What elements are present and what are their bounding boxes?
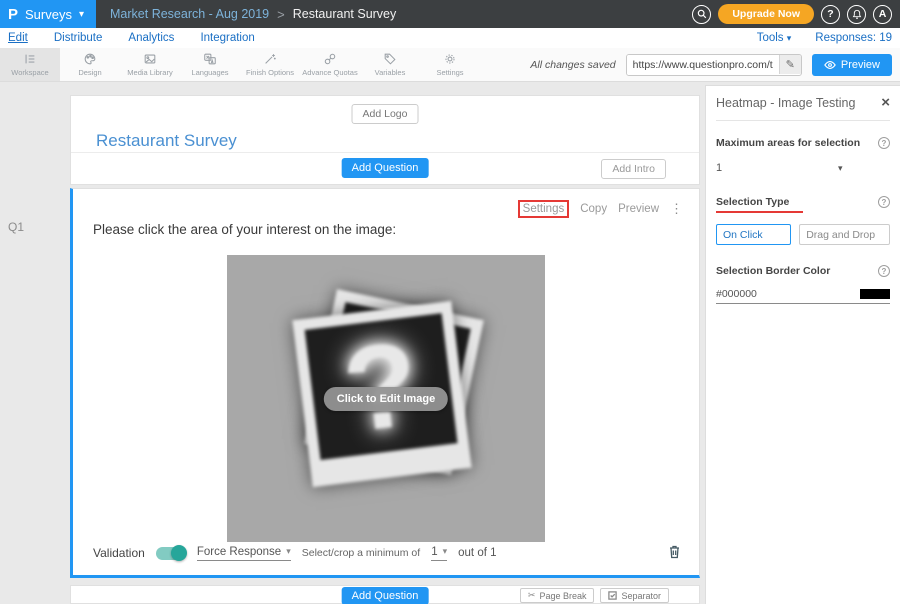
panel-divider <box>716 120 890 121</box>
tool-variables[interactable]: Variables <box>360 48 420 81</box>
add-question-button-bottom[interactable]: Add Question <box>342 587 429 604</box>
tab-integration[interactable]: Integration <box>200 32 254 44</box>
tool-languages[interactable]: Languages <box>180 48 240 81</box>
gear-icon <box>443 52 457 66</box>
min-select-text: Select/crop a minimum of <box>302 547 420 559</box>
border-color-help-icon[interactable]: ? <box>878 265 890 277</box>
separator-checkbox-icon <box>608 591 617 600</box>
surveys-menu-label: Surveys <box>25 7 72 22</box>
max-areas-label: Maximum areas for selection <box>716 137 860 149</box>
edit-url-pencil-icon[interactable]: ✎ <box>779 55 801 74</box>
delete-question-button[interactable] <box>668 544 681 562</box>
validation-toggle[interactable] <box>156 547 186 560</box>
translate-icon <box>203 52 217 66</box>
question-copy-button[interactable]: Copy <box>580 203 607 215</box>
survey-editor-column: Add Logo Restaurant Survey Add Question … <box>70 82 700 604</box>
surveys-menu[interactable]: P Surveys ▾ <box>0 0 96 28</box>
out-of-text: out of 1 <box>458 547 496 559</box>
question-card: Settings Copy Preview ⋮ Please click the… <box>70 188 700 578</box>
top-bar: P Surveys ▾ Market Research - Aug 2019 >… <box>0 0 900 28</box>
section-nav: Edit Distribute Analytics Integration To… <box>0 28 900 48</box>
heatmap-settings-panel: Heatmap - Image Testing × Maximum areas … <box>705 85 900 604</box>
tag-icon <box>383 52 397 66</box>
tool-finish-options[interactable]: Finish Options <box>240 48 300 81</box>
survey-url-input[interactable] <box>627 55 779 75</box>
breadcrumb-separator-icon: > <box>277 7 285 22</box>
question-text[interactable]: Please click the area of your interest o… <box>93 222 396 237</box>
image-icon <box>143 52 157 66</box>
chevron-down-icon: ▾ <box>838 163 843 174</box>
border-color-value: #000000 <box>716 288 757 300</box>
question-settings-button[interactable]: Settings <box>518 200 570 218</box>
search-icon <box>697 9 707 19</box>
help-button[interactable]: ? <box>821 5 840 24</box>
notifications-button[interactable] <box>847 5 866 24</box>
tab-edit[interactable]: Edit <box>8 32 28 44</box>
validation-row: Validation Force Response ▾ Select/crop … <box>93 544 681 562</box>
search-button[interactable] <box>692 5 711 24</box>
page-break-button[interactable]: ✂ Page Break <box>520 588 595 603</box>
questionpro-logo-icon: P <box>8 6 18 23</box>
panel-title: Heatmap - Image Testing <box>716 96 855 110</box>
validation-label: Validation <box>93 546 145 560</box>
chain-links-icon <box>323 52 337 66</box>
tools-menu[interactable]: Tools ▾ <box>757 32 792 44</box>
chevron-down-icon: ▾ <box>443 546 448 557</box>
tool-workspace[interactable]: Workspace <box>0 48 60 81</box>
color-swatch[interactable] <box>860 289 890 299</box>
add-logo-button[interactable]: Add Logo <box>352 104 419 124</box>
preview-button[interactable]: Preview <box>812 54 892 76</box>
chevron-down-icon: ▾ <box>79 9 84 20</box>
topbar-actions: Upgrade Now ? A <box>692 4 892 24</box>
palette-icon <box>83 52 97 66</box>
question-preview-button[interactable]: Preview <box>618 203 659 215</box>
max-areas-help-icon[interactable]: ? <box>878 137 890 149</box>
response-type-select[interactable]: Force Response ▾ <box>197 546 291 561</box>
max-areas-select[interactable]: 1 ▾ <box>716 162 890 174</box>
border-color-label: Selection Border Color <box>716 265 830 277</box>
survey-url-box: ✎ <box>626 54 802 76</box>
add-question-button-top[interactable]: Add Question <box>342 158 429 178</box>
breadcrumb: Market Research - Aug 2019 > Restaurant … <box>110 7 396 22</box>
tool-advance-quotas[interactable]: Advance Quotas <box>300 48 360 81</box>
selection-type-label: Selection Type <box>716 196 803 213</box>
tool-settings[interactable]: Settings <box>420 48 480 81</box>
question-number: Q1 <box>8 220 24 234</box>
tab-analytics[interactable]: Analytics <box>128 32 174 44</box>
save-status: All changes saved <box>530 59 615 71</box>
tab-distribute[interactable]: Distribute <box>54 32 103 44</box>
selection-type-help-icon[interactable]: ? <box>878 196 890 208</box>
chevron-down-icon: ▾ <box>787 33 792 43</box>
workspace-icon <box>23 52 37 66</box>
chevron-down-icon: ▾ <box>286 546 291 557</box>
question-image-placeholder[interactable]: ? Click to Edit Image <box>227 255 545 542</box>
separator-button[interactable]: Separator <box>600 588 669 603</box>
close-icon[interactable]: × <box>881 95 890 110</box>
border-color-field[interactable]: #000000 <box>716 288 890 304</box>
drag-and-drop-option[interactable]: Drag and Drop <box>799 224 890 245</box>
trash-icon <box>668 544 681 559</box>
survey-title[interactable]: Restaurant Survey <box>96 131 237 151</box>
toggle-knob <box>171 545 187 561</box>
tool-design[interactable]: Design <box>60 48 120 81</box>
magic-wand-icon <box>263 52 277 66</box>
min-value-select[interactable]: 1 ▾ <box>431 546 447 561</box>
eye-icon <box>824 60 836 70</box>
add-question-strip: Add Question ✂ Page Break Separator <box>70 585 700 604</box>
main-area: Q1 Add Logo Restaurant Survey Add Questi… <box>0 82 900 604</box>
add-intro-button[interactable]: Add Intro <box>601 159 666 179</box>
on-click-option[interactable]: On Click <box>716 224 791 245</box>
breadcrumb-current: Restaurant Survey <box>293 7 397 21</box>
scissors-icon: ✂ <box>528 590 536 601</box>
upgrade-now-button[interactable]: Upgrade Now <box>718 4 814 24</box>
question-more-menu-icon[interactable]: ⋮ <box>670 201 683 217</box>
tool-media-library[interactable]: Media Library <box>120 48 180 81</box>
avatar[interactable]: A <box>873 5 892 24</box>
click-to-edit-image-button[interactable]: Click to Edit Image <box>324 387 448 411</box>
bell-icon <box>852 9 862 20</box>
breadcrumb-parent[interactable]: Market Research - Aug 2019 <box>110 7 269 21</box>
editor-toolbar: Workspace Design Media Library Languages… <box>0 48 900 82</box>
responses-count[interactable]: Responses: 19 <box>815 32 892 44</box>
survey-header-card: Add Logo Restaurant Survey Add Question … <box>70 95 700 185</box>
